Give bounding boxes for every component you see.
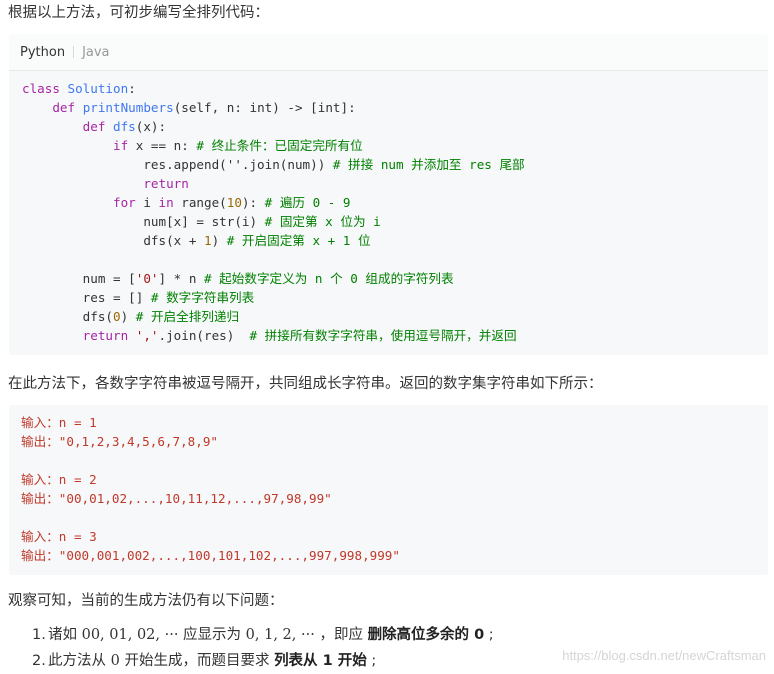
code-line: class Solution: — [22, 81, 136, 96]
code-line: res.append(''.join(num)) # 拼接 num 并添加至 r… — [143, 157, 525, 172]
code-line: def dfs(x): — [82, 119, 167, 134]
list-item: 1. 诸如 00, 01, 02, ··· 应显示为 0, 1, 2, ··· ，… — [32, 627, 494, 643]
code-block: Python Java class Solution: def printNum… — [9, 34, 768, 355]
code-line: num = ['0'] * n # 起始数字定义为 n 个 0 组成的字符列表 — [82, 271, 454, 286]
tab-java[interactable]: Java — [74, 45, 117, 60]
issues-list: 1. 诸如 00, 01, 02, ··· 应显示为 0, 1, 2, ··· ，… — [0, 622, 494, 674]
list-item: 2. 此方法从 0 开始生成，而题目要求 列表从 1 开始 ; — [32, 653, 377, 669]
output-block: 输入：n = 1 输出："0,1,2,3,4,5,6,7,8,9" 输入：n = … — [9, 405, 768, 575]
description-paragraph: 在此方法下，各数字字符串被逗号隔开，共同组成长字符串。返回的数字集字符串如下所示… — [8, 376, 603, 392]
tab-python[interactable]: Python — [20, 45, 73, 60]
language-tabs: Python Java — [9, 34, 768, 71]
output-line: 输出："00,01,02,...,10,11,12,...,97,98,99" — [21, 491, 332, 506]
code-line: dfs(0) # 开启全排列递归 — [82, 309, 240, 324]
output-line: 输入：n = 3 — [21, 529, 97, 544]
output-line: 输出："0,1,2,3,4,5,6,7,8,9" — [21, 434, 219, 449]
code-line: if x == n: # 终止条件：已固定完所有位 — [113, 138, 363, 153]
output-line: 输入：n = 2 — [21, 472, 97, 487]
code-line: dfs(x + 1) # 开启固定第 x + 1 位 — [143, 233, 371, 248]
code-line: num[x] = str(i) # 固定第 x 位为 i — [143, 214, 381, 229]
code-line: return ','.join(res) # 拼接所有数字字符串，使用逗号隔开，… — [82, 328, 517, 343]
watermark: https://blog.csdn.net/newCraftsman — [562, 648, 766, 663]
python-code: class Solution: def printNumbers(self, n… — [9, 71, 768, 353]
output-example: 输入：n = 1 输出："0,1,2,3,4,5,6,7,8,9" 输入：n = … — [9, 405, 768, 573]
output-line: 输入：n = 1 — [21, 415, 97, 430]
code-line: res = [] # 数字字符串列表 — [82, 290, 255, 305]
output-line: 输出："000,001,002,...,100,101,102,...,997,… — [21, 548, 400, 563]
code-line: def printNumbers(self, n: int) -> [int]: — [52, 100, 356, 115]
code-line: return — [143, 176, 189, 191]
code-line: for i in range(10): # 遍历 0 - 9 — [113, 195, 351, 210]
intro-paragraph: 根据以上方法，可初步编写全排列代码： — [8, 5, 269, 21]
observe-paragraph: 观察可知，当前的生成方法仍有以下问题： — [8, 593, 284, 609]
